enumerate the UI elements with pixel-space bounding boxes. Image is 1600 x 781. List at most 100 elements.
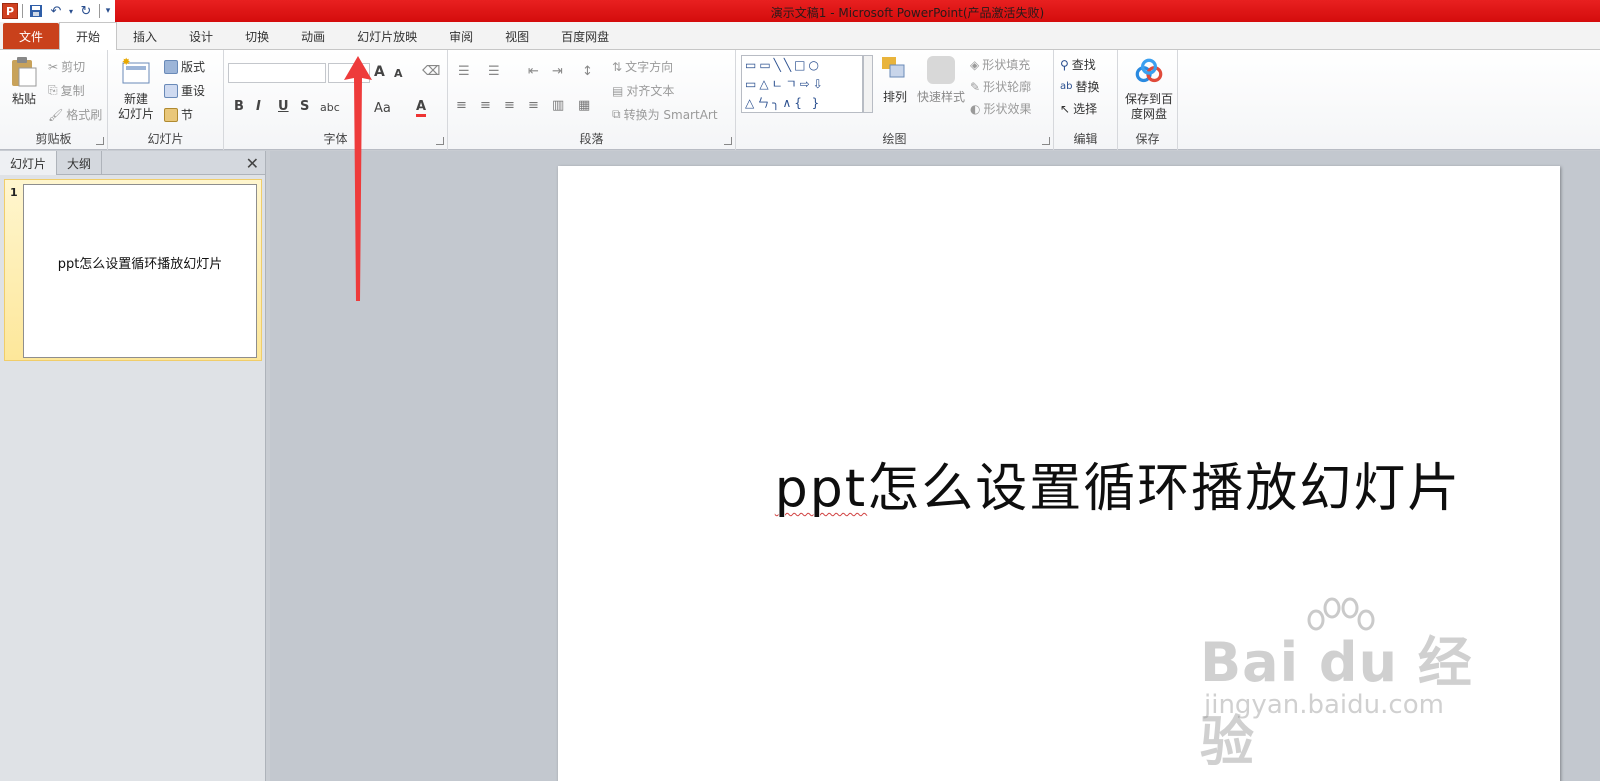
tab-design[interactable]: 设计 — [173, 23, 229, 49]
font-dialog-launcher[interactable] — [436, 137, 444, 145]
group-label-editing: 编辑 — [1073, 132, 1098, 146]
text-direction-button[interactable]: ⇅ 文字方向 — [612, 58, 673, 75]
shapes-gallery[interactable]: ▭▭╲╲□○ ▭△ㄴㄱ⇨⇩ △ㄣ╮∧{ } — [741, 55, 863, 113]
align-right-icon[interactable]: ≡ — [504, 98, 515, 113]
tab-view[interactable]: 视图 — [489, 23, 545, 49]
group-editing: ⚲ 查找 ab 替换 ↖ 选择 编辑 — [1054, 50, 1118, 150]
tab-transitions[interactable]: 切换 — [229, 23, 285, 49]
group-font: A A ⌫ B I U S abc Aa A 字体 — [224, 50, 448, 150]
svg-text:✸: ✸ — [122, 57, 130, 68]
clipboard-dialog-launcher[interactable] — [96, 137, 104, 145]
align-left-icon[interactable]: ≡ — [456, 98, 467, 113]
tab-file[interactable]: 文件 — [3, 23, 60, 49]
find-button[interactable]: ⚲ 查找 — [1060, 56, 1096, 73]
line-spacing-icon[interactable]: ↕ — [582, 64, 593, 79]
quick-access-toolbar: P ↶ ▾ ↻ ▾ — [0, 0, 112, 22]
new-slide-icon: ✸ — [122, 57, 150, 84]
save-icon[interactable] — [27, 2, 45, 20]
select-button[interactable]: ↖ 选择 — [1060, 100, 1097, 117]
justify-icon[interactable]: ≡ — [528, 98, 539, 113]
tab-slides-pane[interactable]: 幻灯片 — [0, 151, 58, 175]
cut-button[interactable]: ✂ 剪切 — [48, 58, 85, 75]
shadow-button[interactable]: S — [300, 99, 309, 114]
paragraph-dialog-launcher[interactable] — [724, 137, 732, 145]
align-center-icon[interactable]: ≡ — [480, 98, 491, 113]
font-color-button[interactable]: A — [416, 99, 427, 117]
distributed-icon[interactable]: ▥ — [552, 98, 564, 113]
strikethrough-button[interactable]: abc — [320, 101, 340, 114]
format-painter-button[interactable]: 🖌 格式刷 — [48, 106, 102, 123]
group-slides: ✸ 新建 幻灯片 版式 重设 节 幻灯片 — [108, 50, 224, 150]
close-pane-icon[interactable]: ✕ — [246, 154, 259, 173]
shapes-row: △ㄣ╮∧{ } — [745, 96, 823, 110]
bold-button[interactable]: B — [234, 99, 244, 114]
shape-outline-button[interactable]: ✎ 形状轮廓 — [970, 78, 1031, 95]
new-slide-button[interactable]: ✸ 新建 幻灯片 — [114, 56, 158, 122]
tab-home[interactable]: 开始 — [59, 22, 118, 50]
replace-label: 替换 — [1075, 80, 1100, 94]
save-to-baidu-button[interactable]: 保存到百 度网盘 — [1122, 56, 1176, 122]
reset-button[interactable]: 重设 — [164, 82, 205, 99]
smartart-button[interactable]: ⧉ 转换为 SmartArt — [612, 106, 718, 123]
underline-button[interactable]: U — [278, 99, 289, 114]
shape-effects-button[interactable]: ◐ 形状效果 — [970, 100, 1032, 117]
shapes-row: ▭▭╲╲□○ — [745, 58, 822, 72]
replace-button[interactable]: ab 替换 — [1060, 78, 1100, 95]
customize-qat-icon[interactable]: ▾ — [104, 2, 112, 20]
align-text-button[interactable]: ▤ 对齐文本 — [612, 82, 674, 99]
font-name-combo[interactable] — [228, 63, 326, 83]
shapes-row: ▭△ㄴㄱ⇨⇩ — [745, 77, 826, 91]
layout-button[interactable]: 版式 — [164, 58, 205, 75]
align-text-icon: ▤ — [612, 83, 624, 98]
increase-indent-icon[interactable]: ⇥ — [552, 64, 563, 79]
section-icon — [164, 107, 178, 122]
drawing-dialog-launcher[interactable] — [1042, 137, 1050, 145]
decrease-indent-icon[interactable]: ⇤ — [528, 64, 539, 79]
ribbon: 粘贴 ✂ 剪切 ⎘ 复制 🖌 格式刷 剪贴板 ✸ 新建 幻灯片 版式 重设 节 幻灯片… — [0, 50, 1600, 150]
shape-fill-button[interactable]: ◈ 形状填充 — [970, 56, 1030, 73]
group-label-clipboard: 剪贴板 — [35, 132, 72, 146]
section-button[interactable]: 节 — [164, 106, 193, 123]
group-paragraph: ☰ ☰ ⇤ ⇥ ↕ ⇅ 文字方向 ▤ 对齐文本 ⧉ 转换为 SmartArt ≡ ≡ … — [448, 50, 736, 150]
copy-button[interactable]: ⎘ 复制 — [48, 82, 85, 99]
shape-fill-label: 形状填充 — [982, 58, 1031, 72]
columns-icon[interactable]: ▦ — [578, 98, 590, 113]
slide-title[interactable]: ppt怎么设置循环播放幻灯片 — [558, 446, 1560, 521]
paste-button[interactable]: 粘贴 — [6, 56, 42, 107]
smartart-icon: ⧉ — [612, 107, 621, 121]
tab-review[interactable]: 审阅 — [433, 23, 489, 49]
slide-thumbnail[interactable]: ppt怎么设置循环播放幻灯片 — [23, 184, 257, 358]
tab-insert[interactable]: 插入 — [117, 23, 173, 49]
text-direction-icon: ⇅ — [612, 59, 623, 74]
undo-icon[interactable]: ↶ — [47, 2, 65, 20]
reset-icon — [164, 83, 178, 98]
cursor-icon: ↖ — [1060, 101, 1071, 116]
tab-baidu-netdisk[interactable]: 百度网盘 — [545, 23, 625, 49]
undo-dropdown-icon[interactable]: ▾ — [67, 2, 75, 20]
scissors-icon: ✂ — [48, 59, 59, 74]
paste-icon — [12, 57, 37, 87]
tab-outline-pane[interactable]: 大纲 — [57, 151, 103, 175]
clear-format-icon[interactable]: ⌫ — [422, 64, 440, 79]
arrange-button[interactable]: 排列 — [878, 54, 912, 105]
numbering-icon[interactable]: ☰ — [488, 64, 500, 79]
slide-thumbnail-title: ppt怎么设置循环播放幻灯片 — [57, 257, 223, 272]
save-to-baidu-label-1: 保存到百 — [1124, 92, 1173, 106]
redo-icon[interactable]: ↻ — [77, 2, 95, 20]
arrange-label: 排列 — [882, 90, 907, 104]
bullets-icon[interactable]: ☰ — [458, 64, 470, 79]
powerpoint-logo-icon[interactable]: P — [2, 3, 18, 19]
shrink-font-button[interactable]: A — [394, 67, 403, 80]
shapes-gallery-scroll[interactable] — [863, 55, 873, 113]
shape-effects-label: 形状效果 — [983, 102, 1032, 116]
italic-button[interactable]: I — [256, 99, 261, 114]
qat-separator — [99, 4, 100, 18]
tab-slideshow[interactable]: 幻灯片放映 — [341, 23, 433, 49]
copy-icon: ⎘ — [48, 83, 58, 97]
quick-styles-button[interactable]: 快速样式 — [916, 54, 966, 105]
slide-thumbnail-selected[interactable]: 1 ppt怎么设置循环播放幻灯片 — [4, 179, 262, 361]
slides-pane: 幻灯片 大纲 ✕ 1 ppt怎么设置循环播放幻灯片 — [0, 151, 266, 781]
watermark-url: jingyan.baidu.com — [1204, 690, 1444, 720]
tab-animations[interactable]: 动画 — [285, 23, 341, 49]
new-slide-label-1: 新建 — [123, 92, 148, 106]
